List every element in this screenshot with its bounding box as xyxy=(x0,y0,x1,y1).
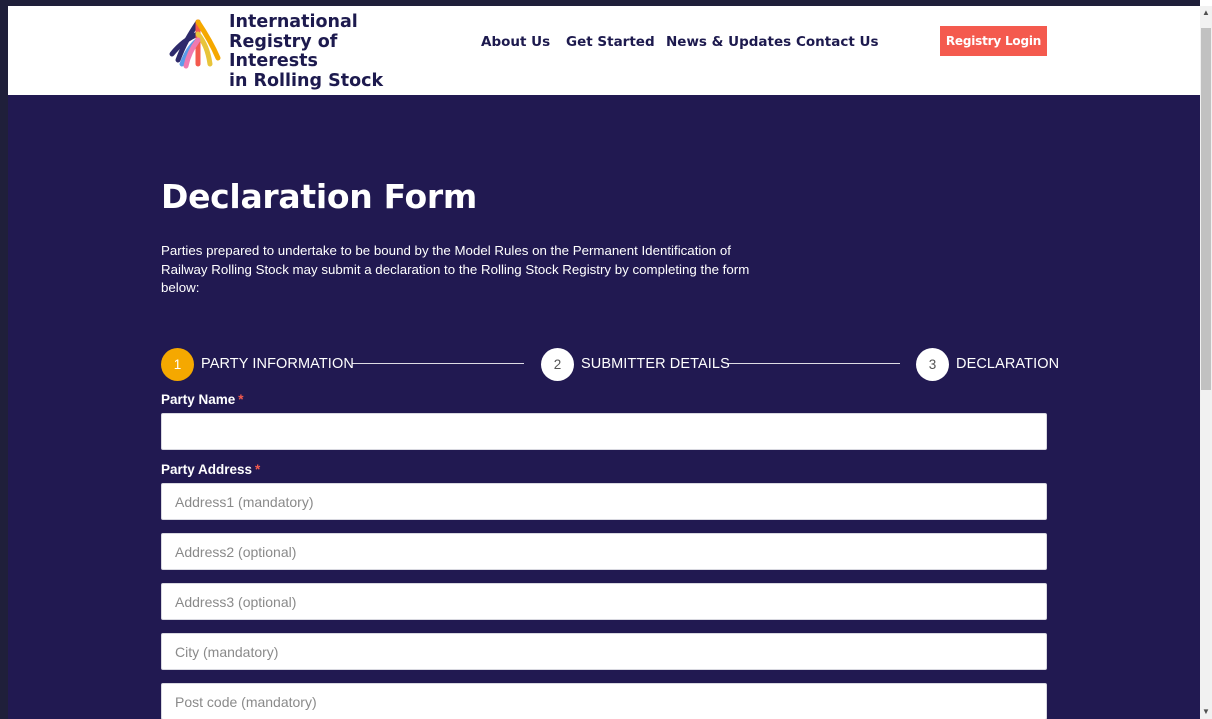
required-marker: * xyxy=(238,392,244,407)
step-label: DECLARATION xyxy=(956,356,1060,372)
step-submitter-details[interactable]: 2 SUBMITTER DETAILS xyxy=(541,347,730,381)
address3-input[interactable] xyxy=(161,583,1047,620)
registry-login-button[interactable]: Registry Login xyxy=(940,26,1047,56)
address2-input[interactable] xyxy=(161,533,1047,570)
form-stepper: 1 PARTY INFORMATION 2 SUBMITTER DETAILS … xyxy=(161,347,1059,381)
step-declaration[interactable]: 3 DECLARATION xyxy=(916,347,1059,381)
nav-about-us[interactable]: About Us xyxy=(481,34,550,50)
nav-get-started[interactable]: Get Started xyxy=(566,34,655,50)
brand-line-2: Registry of Interests xyxy=(229,31,338,71)
nav-contact-us[interactable]: Contact Us xyxy=(796,34,879,50)
step-number-circle: 2 xyxy=(541,347,574,381)
brand-line-1: International xyxy=(229,12,358,32)
party-address-label: Party Address * xyxy=(161,462,260,477)
step-label: SUBMITTER DETAILS xyxy=(581,356,730,372)
city-input[interactable] xyxy=(161,633,1047,670)
party-name-label: Party Name * xyxy=(161,392,244,407)
brand-line-3: in Rolling Stock xyxy=(229,70,384,91)
step-connector xyxy=(352,363,524,364)
step-number-circle: 3 xyxy=(916,347,949,381)
arrow-up-icon[interactable]: ▲ xyxy=(1200,6,1212,20)
step-label: PARTY INFORMATION xyxy=(201,356,354,372)
party-address-label-text: Party Address xyxy=(161,462,253,477)
site-header: International Registry of Interests in R… xyxy=(8,6,1200,95)
required-marker: * xyxy=(255,462,261,477)
step-connector xyxy=(727,363,900,364)
arrow-down-icon[interactable]: ▼ xyxy=(1200,705,1212,719)
page-title: Declaration Form xyxy=(161,177,477,216)
registry-logo-icon[interactable] xyxy=(168,14,224,70)
main-content: Declaration Form Parties prepared to und… xyxy=(8,95,1200,719)
step-number-circle: 1 xyxy=(161,347,194,381)
brand-name[interactable]: International Registry of Interests in R… xyxy=(229,12,429,91)
scrollbar-thumb[interactable] xyxy=(1201,28,1211,390)
party-name-label-text: Party Name xyxy=(161,392,236,407)
intro-text: Parties prepared to undertake to be boun… xyxy=(161,243,750,295)
page-scrollbar[interactable]: ▲ ▼ xyxy=(1200,6,1212,719)
nav-news-updates[interactable]: News & Updates xyxy=(666,34,791,50)
step-party-information[interactable]: 1 PARTY INFORMATION xyxy=(161,347,354,381)
postcode-input[interactable] xyxy=(161,683,1047,719)
party-name-input[interactable] xyxy=(161,413,1047,450)
address1-input[interactable] xyxy=(161,483,1047,520)
